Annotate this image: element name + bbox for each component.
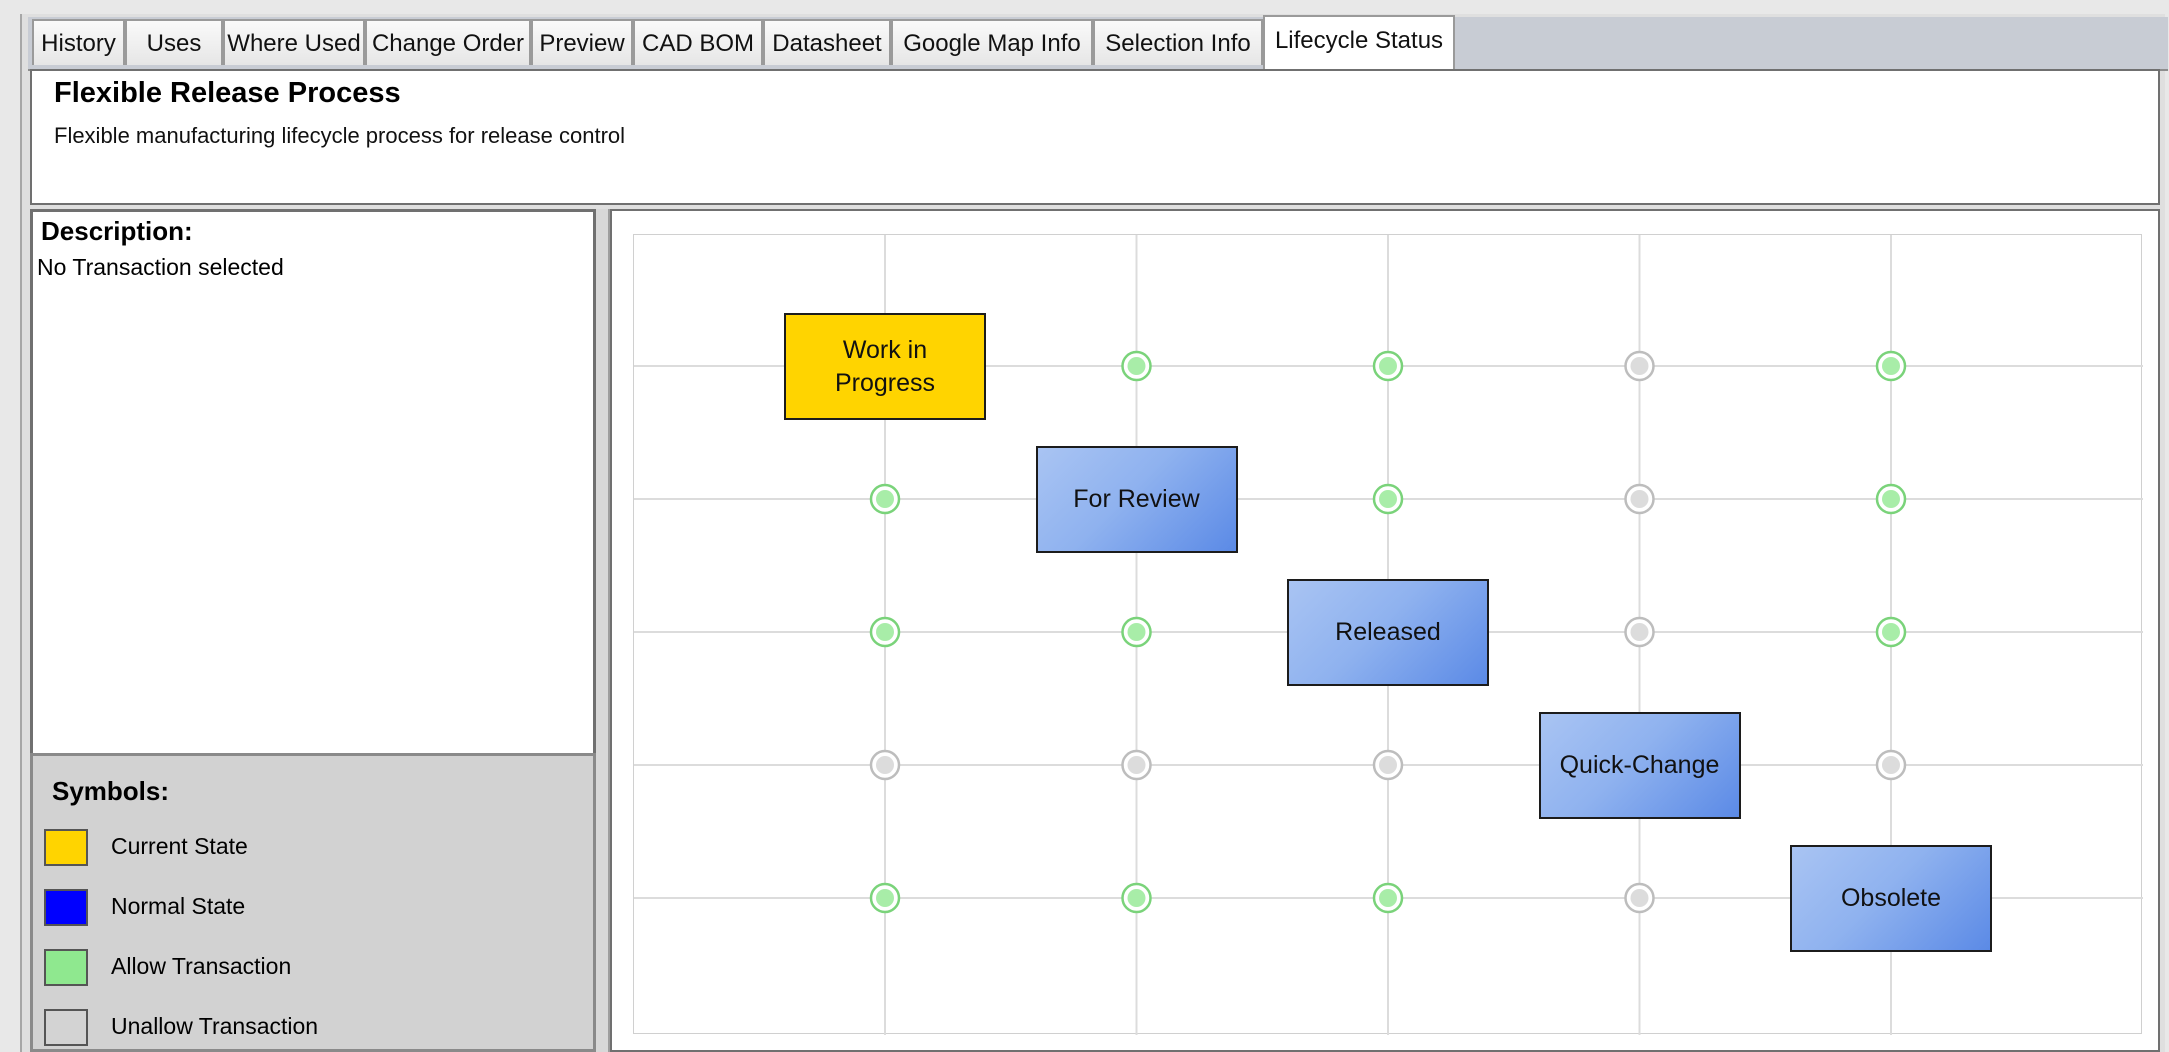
unallow-transaction-dot-core <box>1630 623 1649 641</box>
allow-transaction-dot-core <box>1882 357 1900 375</box>
unallow-transaction-dot-core <box>1127 756 1146 774</box>
description-text: No Transaction selected <box>37 254 284 280</box>
tab-cad-bom[interactable]: CAD BOM <box>633 19 763 65</box>
process-title: Flexible Release Process <box>54 77 401 109</box>
state-work-in-progress[interactable]: Work in Progress <box>784 313 986 420</box>
state-label-line: For Review <box>1073 485 1200 513</box>
state-released[interactable]: Released <box>1287 579 1489 686</box>
allow-transaction-dot-core <box>1127 623 1146 641</box>
state-quick-change[interactable]: Quick-Change <box>1538 712 1741 819</box>
diagram-grid: Work in Progress For Review Released Quick-C… <box>633 234 2143 1035</box>
state-label-line: Obsolete <box>1840 884 1942 912</box>
unallow-transaction-dot-core <box>1630 889 1649 907</box>
lifecycle-diagram: Work in Progress For Review Released Quick-C… <box>610 209 2160 1052</box>
legend-label: Normal State <box>111 893 246 919</box>
state-label: Obsolete <box>1841 882 1941 915</box>
allow-transaction-dot-core <box>876 490 894 508</box>
unallow-transaction-swatch <box>44 1009 88 1046</box>
tab-strip: History Uses Where Used Change Order Pre… <box>28 15 2168 71</box>
unallow-transaction-dot-core <box>1630 357 1649 375</box>
tab-history[interactable]: History <box>32 19 125 65</box>
symbols-label: Symbols: <box>52 776 170 806</box>
state-label: Work in Progress <box>835 334 935 400</box>
symbols-legend: Symbols: Current State Normal State Allo… <box>30 753 596 1052</box>
unallow-transaction-dot-core <box>1882 756 1900 774</box>
legend-label: Current State <box>111 833 248 859</box>
allow-transaction-dot-core <box>1882 623 1900 641</box>
panel-splitter[interactable] <box>596 209 610 1052</box>
state-label-line: Quick-Change <box>1559 751 1720 779</box>
allow-transaction-dot-core <box>1379 889 1397 907</box>
unallow-transaction-dot-core <box>1379 756 1397 774</box>
description-panel: Description: No Transaction selected Sym… <box>30 209 596 1052</box>
allow-transaction-dot-core <box>1127 889 1146 907</box>
process-header: Flexible Release Process Flexible manufa… <box>30 69 2160 205</box>
state-label-line: Released <box>1335 618 1441 646</box>
tab-where-used[interactable]: Where Used <box>223 19 365 65</box>
tab-lifecycle-status[interactable]: Lifecycle Status <box>1263 15 1455 69</box>
allow-transaction-swatch <box>44 949 88 986</box>
allow-transaction-dot-core <box>876 623 894 641</box>
tab-selection-info[interactable]: Selection Info <box>1093 19 1263 65</box>
lifecycle-status-window: History Uses Where Used Change Order Pre… <box>0 0 2169 1052</box>
process-description: Flexible manufacturing lifecycle process… <box>54 123 626 148</box>
state-label-line: Progress <box>834 368 936 397</box>
description-label: Description: <box>41 216 193 246</box>
tab-change-order[interactable]: Change Order <box>365 19 531 65</box>
state-label: Released <box>1335 616 1441 649</box>
state-obsolete[interactable]: Obsolete <box>1790 845 1992 952</box>
allow-transaction-dot-core <box>1882 490 1900 508</box>
tab-google-map-info[interactable]: Google Map Info <box>891 19 1093 65</box>
legend-label: Unallow Transaction <box>111 1013 319 1039</box>
unallow-transaction-dot-core <box>876 756 894 774</box>
state-label: Quick-Change <box>1560 749 1720 782</box>
current-state-swatch <box>44 829 88 866</box>
normal-state-swatch <box>44 889 88 926</box>
state-for-review[interactable]: For Review <box>1035 446 1238 553</box>
tab-preview[interactable]: Preview <box>531 19 633 65</box>
tab-datasheet[interactable]: Datasheet <box>763 19 891 65</box>
legend-label: Allow Transaction <box>111 953 292 979</box>
allow-transaction-dot-core <box>1127 357 1146 375</box>
allow-transaction-dot-core <box>1379 357 1397 375</box>
allow-transaction-dot-core <box>876 889 894 907</box>
allow-transaction-dot-core <box>1379 490 1397 508</box>
state-label-line: Work in <box>842 335 928 364</box>
state-label: For Review <box>1073 483 1199 516</box>
tab-uses[interactable]: Uses <box>125 19 223 65</box>
unallow-transaction-dot-core <box>1630 490 1649 508</box>
